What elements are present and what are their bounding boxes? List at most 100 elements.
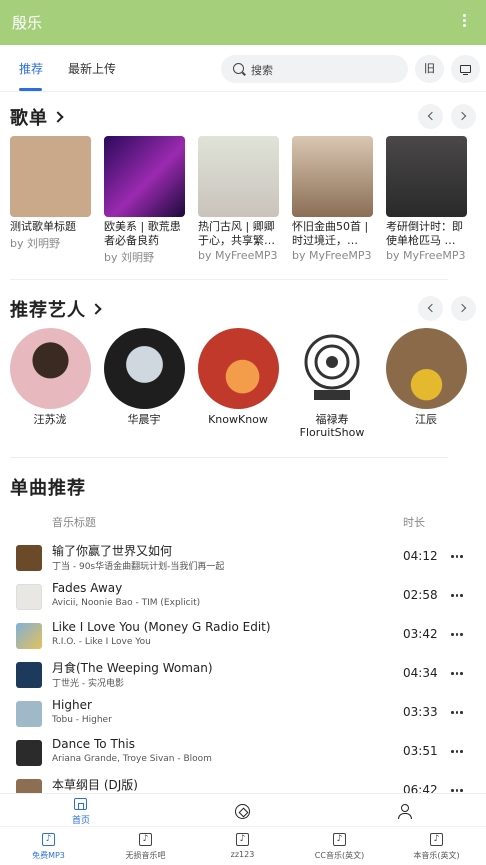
artist-name: 汪苏泷: [33, 413, 67, 426]
tv-button[interactable]: [451, 55, 480, 83]
chevron-left-icon: [427, 111, 437, 121]
song-cover: [16, 701, 42, 727]
song-subtitle: Tobu - Higher: [52, 715, 112, 725]
more-horiz-icon[interactable]: [451, 750, 465, 754]
song-title: Fades Away: [52, 581, 123, 595]
songs-title: 单曲推荐: [10, 478, 86, 499]
source-tab[interactable]: ♪ 免费MP3: [0, 827, 97, 865]
song-row[interactable]: Dance To This Ariana Grande, Troye Sivan…: [0, 735, 486, 773]
song-title: 输了你赢了世界又如何: [52, 544, 173, 558]
playlist-name: 怀旧金曲50首 | 时过境迁，…: [292, 220, 369, 247]
playlist-author: by MyFreeMP3: [292, 249, 372, 262]
tv-icon: [460, 65, 471, 76]
source-tab[interactable]: ♪ 无损音乐吧: [97, 827, 194, 865]
song-title: 本草纲目 (DJ版): [52, 778, 138, 792]
divider: [10, 279, 448, 280]
playlist-cover: [292, 136, 373, 217]
playlist-name: 欧美系 | 歌荒患者必备良药: [104, 220, 181, 247]
song-cover: [16, 584, 42, 610]
song-row[interactable]: 输了你赢了世界又如何 丁当 - 90s华语金曲翻玩计划-当我们再一起 04:12: [0, 540, 486, 578]
tab-recommend[interactable]: 推荐: [19, 60, 43, 77]
playlist-card[interactable]: 考研倒计时：即使单枪匹马 … by MyFreeMP3: [386, 136, 467, 262]
song-subtitle: 丁当 - 90s华语金曲翻玩计划-当我们再一起: [52, 562, 225, 572]
artist-card[interactable]: 华晨宇: [97, 328, 191, 426]
column-duration: 时长: [403, 516, 425, 529]
app-bar: 殷乐: [0, 0, 486, 45]
search-icon: [233, 63, 244, 74]
chevron-right-icon: [457, 111, 467, 121]
playlists-heading[interactable]: 歌单: [10, 104, 64, 130]
playlists-prev-button[interactable]: [418, 104, 443, 129]
song-duration: 03:51: [403, 744, 438, 758]
chevron-left-icon: [427, 303, 437, 313]
source-tab[interactable]: ♪ 本音乐(英文): [388, 827, 485, 865]
floruit-logo-icon: [304, 334, 359, 400]
source-label: 免费MP3: [32, 851, 65, 860]
artist-card[interactable]: 福禄寿 FloruitShow: [285, 328, 379, 439]
artist-name: 福禄寿 FloruitShow: [299, 413, 365, 439]
old-version-button[interactable]: 旧: [415, 55, 444, 83]
playlist-cover: [10, 136, 91, 217]
chevron-right-icon: [90, 303, 102, 315]
more-horiz-icon[interactable]: [451, 633, 465, 637]
song-cover: [16, 740, 42, 766]
tab-latest-upload[interactable]: 最新上传: [68, 60, 116, 77]
playlist-card[interactable]: 热门古风 | 卿卿于心，共享繁… by MyFreeMP3: [198, 136, 279, 262]
artists-title: 推荐艺人: [10, 300, 86, 321]
playlists-next-button[interactable]: [451, 104, 476, 129]
source-tab[interactable]: ♪ zz123: [194, 827, 291, 865]
more-horiz-icon[interactable]: [451, 711, 465, 715]
chevron-right-icon: [52, 111, 64, 123]
bottom-nav: 首页: [0, 793, 486, 826]
artist-avatar: [197, 328, 279, 409]
music-note-icon: ♪: [42, 833, 55, 846]
music-note-icon: ♪: [333, 833, 346, 846]
song-title: Like I Love You (Money G Radio Edit): [52, 620, 271, 634]
song-duration: 03:42: [403, 627, 438, 641]
chevron-right-icon: [457, 303, 467, 313]
nav-home[interactable]: 首页: [51, 794, 111, 827]
playlist-author: by MyFreeMP3: [198, 249, 278, 262]
artists-next-button[interactable]: [451, 296, 476, 321]
source-bar: ♪ 免费MP3 ♪ 无损音乐吧 ♪ zz123 ♪ CC音乐(英文) ♪ 本音乐…: [0, 826, 486, 865]
user-icon[interactable]: [398, 804, 412, 819]
artist-logo: [291, 328, 373, 409]
search-placeholder: 搜索: [251, 64, 273, 77]
song-subtitle: R.I.O. - Like I Love You: [52, 637, 151, 647]
artists-prev-button[interactable]: [418, 296, 443, 321]
artist-name: KnowKnow: [208, 413, 268, 426]
song-title: Dance To This: [52, 737, 135, 751]
song-row[interactable]: Fades Away Avicii, Noonie Bao - TIM (Exp…: [0, 579, 486, 617]
song-duration: 04:34: [403, 666, 438, 680]
playlist-author: by 刘明野: [10, 237, 60, 250]
playlist-author: by MyFreeMP3: [386, 249, 466, 262]
artist-card[interactable]: KnowKnow: [191, 328, 285, 426]
song-row[interactable]: Higher Tobu - Higher 03:33: [0, 696, 486, 734]
more-horiz-icon[interactable]: [451, 672, 465, 676]
artist-card[interactable]: 汪苏泷: [3, 328, 97, 426]
more-vert-icon[interactable]: [456, 12, 472, 34]
source-label: 无损音乐吧: [125, 851, 166, 860]
artist-avatar: [103, 328, 185, 409]
source-tab[interactable]: ♪ CC音乐(英文): [291, 827, 388, 865]
music-note-icon: ♪: [236, 833, 249, 846]
artist-name: 华晨宇: [127, 413, 161, 426]
playlist-card[interactable]: 欧美系 | 歌荒患者必备良药 by 刘明野: [104, 136, 185, 265]
song-duration: 04:12: [403, 549, 438, 563]
nav-home-label: 首页: [71, 816, 90, 826]
artist-avatar: [9, 328, 91, 409]
search-input[interactable]: 搜索: [221, 55, 408, 83]
song-subtitle: Ariana Grande, Troye Sivan - Bloom: [52, 754, 212, 764]
playlist-author: by 刘明野: [104, 251, 154, 264]
explore-icon[interactable]: [235, 804, 250, 819]
music-note-icon: ♪: [430, 833, 443, 846]
song-cover: [16, 545, 42, 571]
playlist-card[interactable]: 测试歌单标题 by 刘明野: [10, 136, 91, 251]
more-horiz-icon[interactable]: [451, 594, 465, 598]
song-row[interactable]: 月食(The Weeping Woman) 丁世光 - 实况电影 04:34: [0, 657, 486, 695]
more-horiz-icon[interactable]: [451, 555, 465, 559]
artists-heading[interactable]: 推荐艺人: [10, 296, 102, 322]
playlist-card[interactable]: 怀旧金曲50首 | 时过境迁，… by MyFreeMP3: [292, 136, 373, 262]
song-row[interactable]: Like I Love You (Money G Radio Edit) R.I…: [0, 618, 486, 656]
artist-card[interactable]: 江辰: [379, 328, 473, 426]
